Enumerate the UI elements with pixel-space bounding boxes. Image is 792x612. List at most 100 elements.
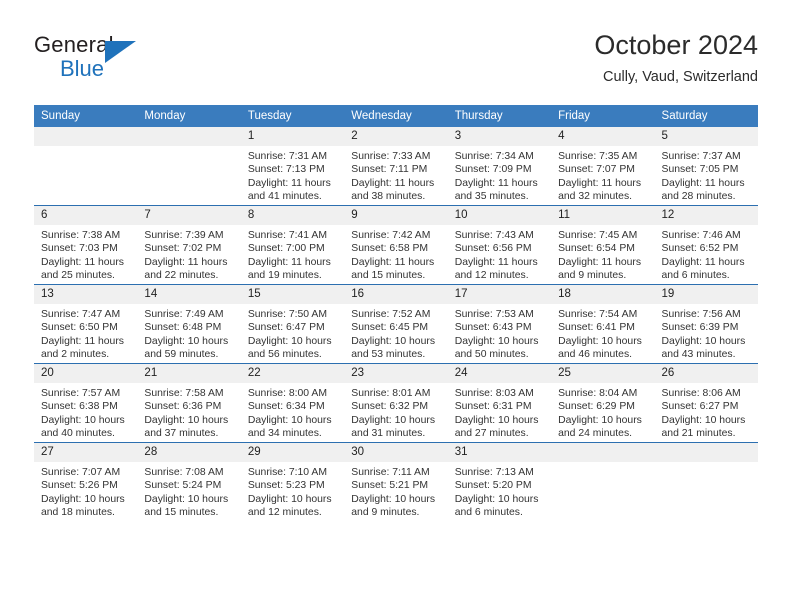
daylight-text-line1: Daylight: 10 hours <box>144 414 229 426</box>
daylight-text-line2: and 32 minutes. <box>558 191 633 203</box>
calendar-header-row: Sunday Monday Tuesday Wednesday Thursday Frid… <box>34 105 758 127</box>
calendar-day-cell[interactable]: 27 Sunrise: 7:07 AM Sunset: 5:26 PM Dayligh… <box>34 442 138 521</box>
calendar-day-cell[interactable]: 23 Sunrise: 8:01 AM Sunset: 6:32 PM Dayligh… <box>344 363 448 443</box>
sunrise-text: Sunrise: 7:58 AM <box>144 388 224 399</box>
day-number: 1 <box>240 127 345 146</box>
sunrise-text: Sunrise: 7:57 AM <box>41 388 121 399</box>
calendar-day-cell[interactable]: 3 Sunrise: 7:34 AM Sunset: 7:09 PM Daylight… <box>447 127 552 206</box>
calendar-day-cell[interactable]: 6 Sunrise: 7:38 AM Sunset: 7:03 PM Daylight… <box>34 205 138 285</box>
sunset-text: Sunset: 6:34 PM <box>247 401 325 413</box>
calendar-day-cell[interactable]: 17 Sunrise: 7:53 AM Sunset: 6:43 PM Dayligh… <box>447 284 552 364</box>
sunrise-text: Sunrise: 7:46 AM <box>661 230 741 241</box>
calendar-day-cell[interactable]: 8 Sunrise: 7:41 AM Sunset: 7:00 PM Daylight… <box>240 205 345 285</box>
calendar-day-cell[interactable]: 20 Sunrise: 7:57 AM Sunset: 6:38 PM Dayligh… <box>34 363 138 443</box>
calendar-day-cell[interactable]: 29 Sunrise: 7:10 AM Sunset: 5:23 PM Dayligh… <box>240 442 345 521</box>
day-detail-lines: Sunrise: 7:57 AM Sunset: 6:38 PM Daylight:… <box>34 383 137 441</box>
daylight-text-line1: Daylight: 10 hours <box>454 493 539 505</box>
day-number: 8 <box>240 206 345 225</box>
calendar-day-cell[interactable]: 31 Sunrise: 7:13 AM Sunset: 5:20 PM Dayligh… <box>447 442 552 521</box>
calendar-day-cell[interactable]: 24 Sunrise: 8:03 AM Sunset: 6:31 PM Dayligh… <box>447 363 552 443</box>
sunrise-text: Sunrise: 7:50 AM <box>247 309 327 320</box>
sunrise-text: Sunrise: 7:41 AM <box>247 230 327 241</box>
calendar-week-row: 20 Sunrise: 7:57 AM Sunset: 6:38 PM Dayligh… <box>34 363 758 443</box>
daylight-text-line1: Daylight: 10 hours <box>454 335 539 347</box>
weekday-header-tuesday: Tuesday <box>240 105 345 127</box>
day-number: 15 <box>240 285 345 304</box>
daylight-text-line2: and 28 minutes. <box>661 191 736 203</box>
sunrise-sunset-calendar: Sunday Monday Tuesday Wednesday Thursday Frid… <box>34 105 758 521</box>
sunset-text: Sunset: 7:02 PM <box>144 243 222 255</box>
calendar-day-cell[interactable]: 26 Sunrise: 8:06 AM Sunset: 6:27 PM Dayligh… <box>654 363 758 443</box>
calendar-day-cell[interactable]: 9 Sunrise: 7:42 AM Sunset: 6:58 PM Daylight… <box>344 205 448 285</box>
calendar-day-cell[interactable]: 1 Sunrise: 7:31 AM Sunset: 7:13 PM Daylight… <box>240 127 345 206</box>
day-number: 21 <box>137 364 241 383</box>
day-cell-inner: 21 Sunrise: 7:58 AM Sunset: 6:36 PM Dayligh… <box>137 364 241 442</box>
calendar-day-cell[interactable]: 14 Sunrise: 7:49 AM Sunset: 6:48 PM Dayligh… <box>137 284 241 364</box>
weekday-header-sunday: Sunday <box>34 105 138 127</box>
day-detail-lines: Sunrise: 7:52 AM Sunset: 6:45 PM Daylight:… <box>344 304 447 362</box>
day-number: 6 <box>34 206 138 225</box>
sunset-text: Sunset: 6:43 PM <box>454 322 532 334</box>
day-number: 2 <box>344 127 448 146</box>
daylight-text-line2: and 15 minutes. <box>351 270 426 282</box>
calendar-day-cell[interactable]: 16 Sunrise: 7:52 AM Sunset: 6:45 PM Dayligh… <box>344 284 448 364</box>
calendar-day-cell[interactable]: 18 Sunrise: 7:54 AM Sunset: 6:41 PM Dayligh… <box>551 284 655 364</box>
calendar-day-cell[interactable]: 15 Sunrise: 7:50 AM Sunset: 6:47 PM Dayligh… <box>240 284 345 364</box>
day-cell-inner: 23 Sunrise: 8:01 AM Sunset: 6:32 PM Dayligh… <box>344 364 448 442</box>
calendar-day-cell[interactable]: 10 Sunrise: 7:43 AM Sunset: 6:56 PM Dayligh… <box>447 205 552 285</box>
day-cell-inner: 5 Sunrise: 7:37 AM Sunset: 7:05 PM Daylight… <box>654 127 758 205</box>
calendar-page: General Blue October 2024 Cully, Vaud, S… <box>0 0 792 612</box>
daylight-text-line1: Daylight: 10 hours <box>661 414 746 426</box>
day-cell-inner <box>34 127 138 205</box>
daylight-text-line1: Daylight: 10 hours <box>661 335 746 347</box>
day-cell-inner: 27 Sunrise: 7:07 AM Sunset: 5:26 PM Dayligh… <box>34 443 138 521</box>
calendar-day-cell[interactable]: 2 Sunrise: 7:33 AM Sunset: 7:11 PM Daylight… <box>344 127 448 206</box>
sunrise-text: Sunrise: 7:53 AM <box>454 309 534 320</box>
daylight-text-line1: Daylight: 10 hours <box>351 414 436 426</box>
day-detail-lines: Sunrise: 8:04 AM Sunset: 6:29 PM Daylight:… <box>551 383 654 441</box>
calendar-day-cell[interactable]: 25 Sunrise: 8:04 AM Sunset: 6:29 PM Dayligh… <box>551 363 655 443</box>
calendar-day-cell[interactable]: 4 Sunrise: 7:35 AM Sunset: 7:07 PM Daylight… <box>551 127 655 206</box>
daylight-text-line2: and 50 minutes. <box>454 349 529 361</box>
daylight-text-line2: and 35 minutes. <box>454 191 529 203</box>
daylight-text-line1: Daylight: 10 hours <box>454 414 539 426</box>
sunset-text: Sunset: 6:41 PM <box>558 322 635 334</box>
day-cell-inner: 26 Sunrise: 8:06 AM Sunset: 6:27 PM Dayligh… <box>654 364 758 442</box>
sunset-text: Sunset: 6:31 PM <box>454 401 532 413</box>
daylight-text-line2: and 12 minutes. <box>454 270 529 282</box>
sunrise-text: Sunrise: 8:04 AM <box>558 388 638 399</box>
sunset-text: Sunset: 6:36 PM <box>144 401 222 413</box>
location-subtitle: Cully, Vaud, Switzerland <box>602 69 758 85</box>
calendar-day-cell[interactable]: 28 Sunrise: 7:08 AM Sunset: 5:24 PM Dayligh… <box>137 442 241 521</box>
day-detail-lines: Sunrise: 7:38 AM Sunset: 7:03 PM Daylight:… <box>34 225 137 283</box>
day-number: 11 <box>551 206 655 225</box>
calendar-day-cell[interactable]: 19 Sunrise: 7:56 AM Sunset: 6:39 PM Dayligh… <box>654 284 758 364</box>
day-cell-inner: 13 Sunrise: 7:47 AM Sunset: 6:50 PM Dayligh… <box>34 285 138 363</box>
daylight-text-line2: and 59 minutes. <box>144 349 219 361</box>
sunset-text: Sunset: 6:45 PM <box>351 322 429 334</box>
day-number <box>551 443 655 462</box>
title-block: October 2024 Cully, Vaud, Switzerland <box>594 28 758 88</box>
general-blue-logo[interactable]: General Blue <box>34 32 154 88</box>
calendar-day-cell[interactable]: 21 Sunrise: 7:58 AM Sunset: 6:36 PM Dayligh… <box>137 363 241 443</box>
day-cell-inner: 16 Sunrise: 7:52 AM Sunset: 6:45 PM Dayligh… <box>344 285 448 363</box>
sunrise-text: Sunrise: 8:00 AM <box>247 388 327 399</box>
calendar-day-cell[interactable]: 5 Sunrise: 7:37 AM Sunset: 7:05 PM Daylight… <box>654 127 758 206</box>
calendar-day-cell[interactable]: 30 Sunrise: 7:11 AM Sunset: 5:21 PM Dayligh… <box>344 442 448 521</box>
calendar-day-cell[interactable]: 7 Sunrise: 7:39 AM Sunset: 7:02 PM Daylight… <box>137 205 241 285</box>
calendar-day-cell[interactable]: 22 Sunrise: 8:00 AM Sunset: 6:34 PM Dayligh… <box>240 363 345 443</box>
logo-triangle-icon <box>105 41 136 63</box>
daylight-text-line1: Daylight: 10 hours <box>351 335 436 347</box>
sunset-text: Sunset: 6:47 PM <box>247 322 325 334</box>
page-header: General Blue October 2024 Cully, Vaud, S… <box>34 28 758 98</box>
calendar-day-cell[interactable]: 11 Sunrise: 7:45 AM Sunset: 6:54 PM Dayligh… <box>551 205 655 285</box>
calendar-day-cell[interactable]: 12 Sunrise: 7:46 AM Sunset: 6:52 PM Dayligh… <box>654 205 758 285</box>
calendar-day-cell[interactable]: 13 Sunrise: 7:47 AM Sunset: 6:50 PM Dayligh… <box>34 284 138 364</box>
day-number: 7 <box>137 206 241 225</box>
day-detail-lines: Sunrise: 7:50 AM Sunset: 6:47 PM Daylight:… <box>241 304 344 362</box>
day-cell-inner: 19 Sunrise: 7:56 AM Sunset: 6:39 PM Dayligh… <box>654 285 758 363</box>
daylight-text-line2: and 53 minutes. <box>351 349 426 361</box>
logo-text-general: General <box>34 32 114 57</box>
sunrise-text: Sunrise: 7:07 AM <box>41 467 121 478</box>
daylight-text-line1: Daylight: 10 hours <box>247 493 332 505</box>
